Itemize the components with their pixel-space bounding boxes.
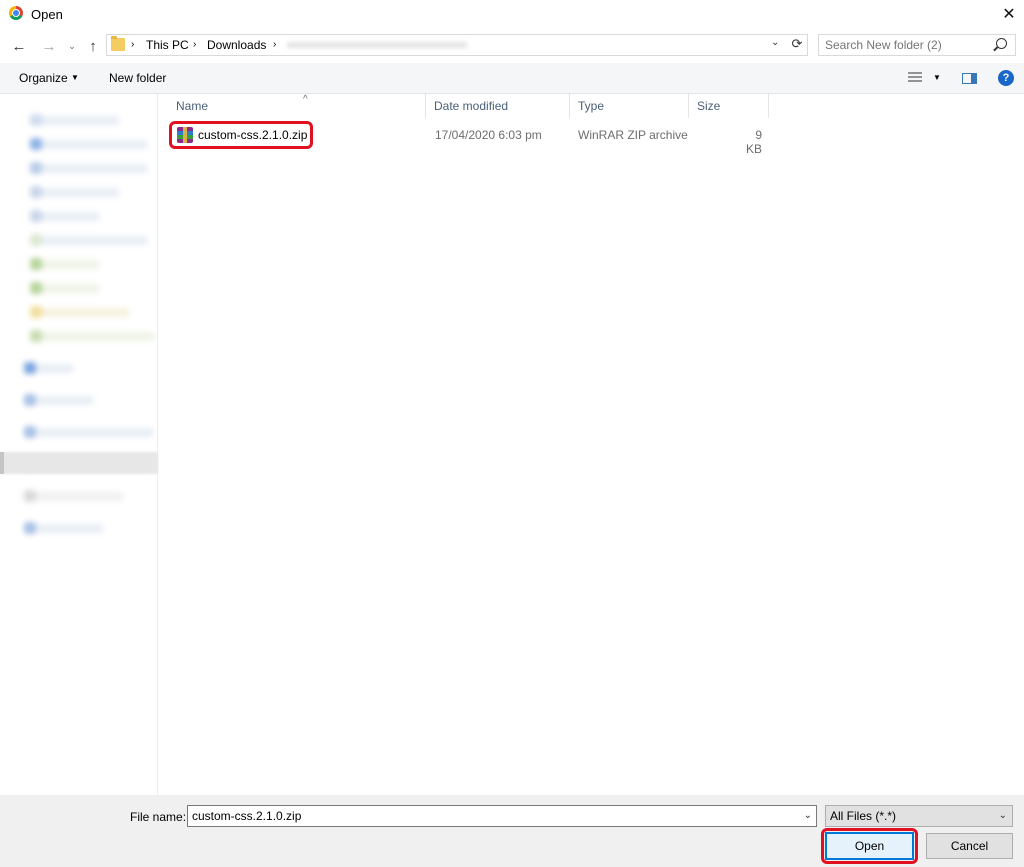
column-header-type[interactable]: Type	[570, 94, 689, 118]
cancel-button[interactable]: Cancel	[926, 833, 1013, 859]
file-type-dropdown-chevron-icon[interactable]: ⌄	[999, 810, 1007, 821]
navigation-pane[interactable]	[0, 94, 158, 795]
breadcrumb-redacted	[287, 42, 467, 48]
nav-item-redacted[interactable]	[30, 258, 100, 270]
organize-button[interactable]: Organize	[19, 71, 68, 85]
nav-item-redacted[interactable]	[30, 162, 148, 174]
nav-item-redacted[interactable]	[24, 490, 124, 502]
nav-item-redacted[interactable]	[30, 186, 120, 198]
view-options-dropdown-icon[interactable]: ▼	[933, 73, 941, 82]
file-highlight-annotation	[169, 121, 313, 149]
nav-item-redacted[interactable]	[30, 138, 148, 150]
nav-selection-marker	[0, 452, 4, 474]
close-button[interactable]: ✕	[994, 0, 1024, 28]
file-date-modified: 17/04/2020 6:03 pm	[435, 128, 542, 142]
file-list-item[interactable]: custom-css.2.1.0.zip 17/04/2020 6:03 pm …	[169, 121, 770, 156]
column-header-name[interactable]: Name ^	[168, 94, 426, 118]
recent-locations-chevron-icon[interactable]: ⌄	[66, 36, 78, 56]
nav-item-redacted[interactable]	[30, 330, 155, 342]
breadcrumb-separator-icon[interactable]: ›	[273, 39, 276, 50]
dialog-footer: File name: ⌄ All Files (*.*) ⌄ Open Canc…	[0, 795, 1024, 867]
column-header-row: Name ^ Date modified Type Size	[159, 94, 1024, 118]
search-box[interactable]	[818, 34, 1016, 56]
breadcrumb-separator-icon[interactable]: ›	[193, 39, 196, 50]
nav-item-redacted[interactable]	[24, 426, 154, 438]
file-name-dropdown-chevron-icon[interactable]: ⌄	[804, 810, 812, 821]
column-header-date-modified[interactable]: Date modified	[426, 94, 570, 118]
file-name-combobox[interactable]: ⌄	[187, 805, 817, 827]
refresh-icon[interactable]: ⟳	[789, 36, 805, 54]
forward-arrow-icon[interactable]: →	[40, 36, 58, 56]
breadcrumb-separator-icon[interactable]: ›	[131, 39, 134, 50]
preview-pane-icon[interactable]	[962, 73, 977, 84]
search-input[interactable]	[825, 38, 985, 52]
nav-item-redacted[interactable]	[30, 234, 148, 246]
nav-item-redacted[interactable]	[30, 114, 120, 126]
nav-selected-item[interactable]	[0, 452, 158, 474]
nav-item-redacted[interactable]	[30, 210, 100, 222]
new-folder-button[interactable]: New folder	[109, 71, 166, 85]
nav-item-redacted[interactable]	[24, 522, 104, 534]
window-title: Open	[31, 7, 63, 22]
up-arrow-icon[interactable]: ↑	[84, 36, 102, 56]
file-size: 9 KB	[745, 128, 762, 156]
nav-item-redacted[interactable]	[24, 394, 94, 406]
breadcrumb-this-pc[interactable]: This PC	[146, 38, 189, 52]
file-name-input[interactable]	[192, 809, 782, 823]
file-type-select[interactable]: All Files (*.*) ⌄	[825, 805, 1013, 827]
column-header-name-label: Name	[176, 99, 209, 113]
nav-item-redacted[interactable]	[30, 282, 100, 294]
file-type: WinRAR ZIP archive	[578, 128, 688, 142]
search-icon[interactable]	[996, 38, 1007, 49]
organize-dropdown-icon[interactable]: ▼	[71, 73, 79, 82]
title-bar: Open ✕	[0, 0, 1024, 28]
address-dropdown-chevron-icon[interactable]: ⌄	[771, 37, 785, 48]
toolbar: Organize ▼ New folder ▼ ?	[0, 63, 1024, 94]
address-bar[interactable]: › This PC › Downloads › ⌄ ⟳	[106, 34, 808, 56]
file-type-selected-value: All Files (*.*)	[830, 809, 897, 823]
change-view-icon[interactable]	[908, 72, 922, 84]
sort-ascending-icon: ^	[303, 94, 308, 105]
nav-item-redacted[interactable]	[30, 306, 130, 318]
chrome-icon	[9, 6, 23, 20]
nav-item-redacted[interactable]	[24, 362, 74, 374]
breadcrumb-downloads[interactable]: Downloads	[207, 38, 266, 52]
back-arrow-icon[interactable]: ←	[10, 36, 28, 56]
file-name-label: File name:	[130, 810, 187, 824]
help-icon[interactable]: ?	[998, 70, 1014, 86]
column-header-size[interactable]: Size	[689, 94, 769, 118]
folder-icon	[111, 36, 125, 51]
open-button-highlight-annotation	[821, 828, 918, 864]
